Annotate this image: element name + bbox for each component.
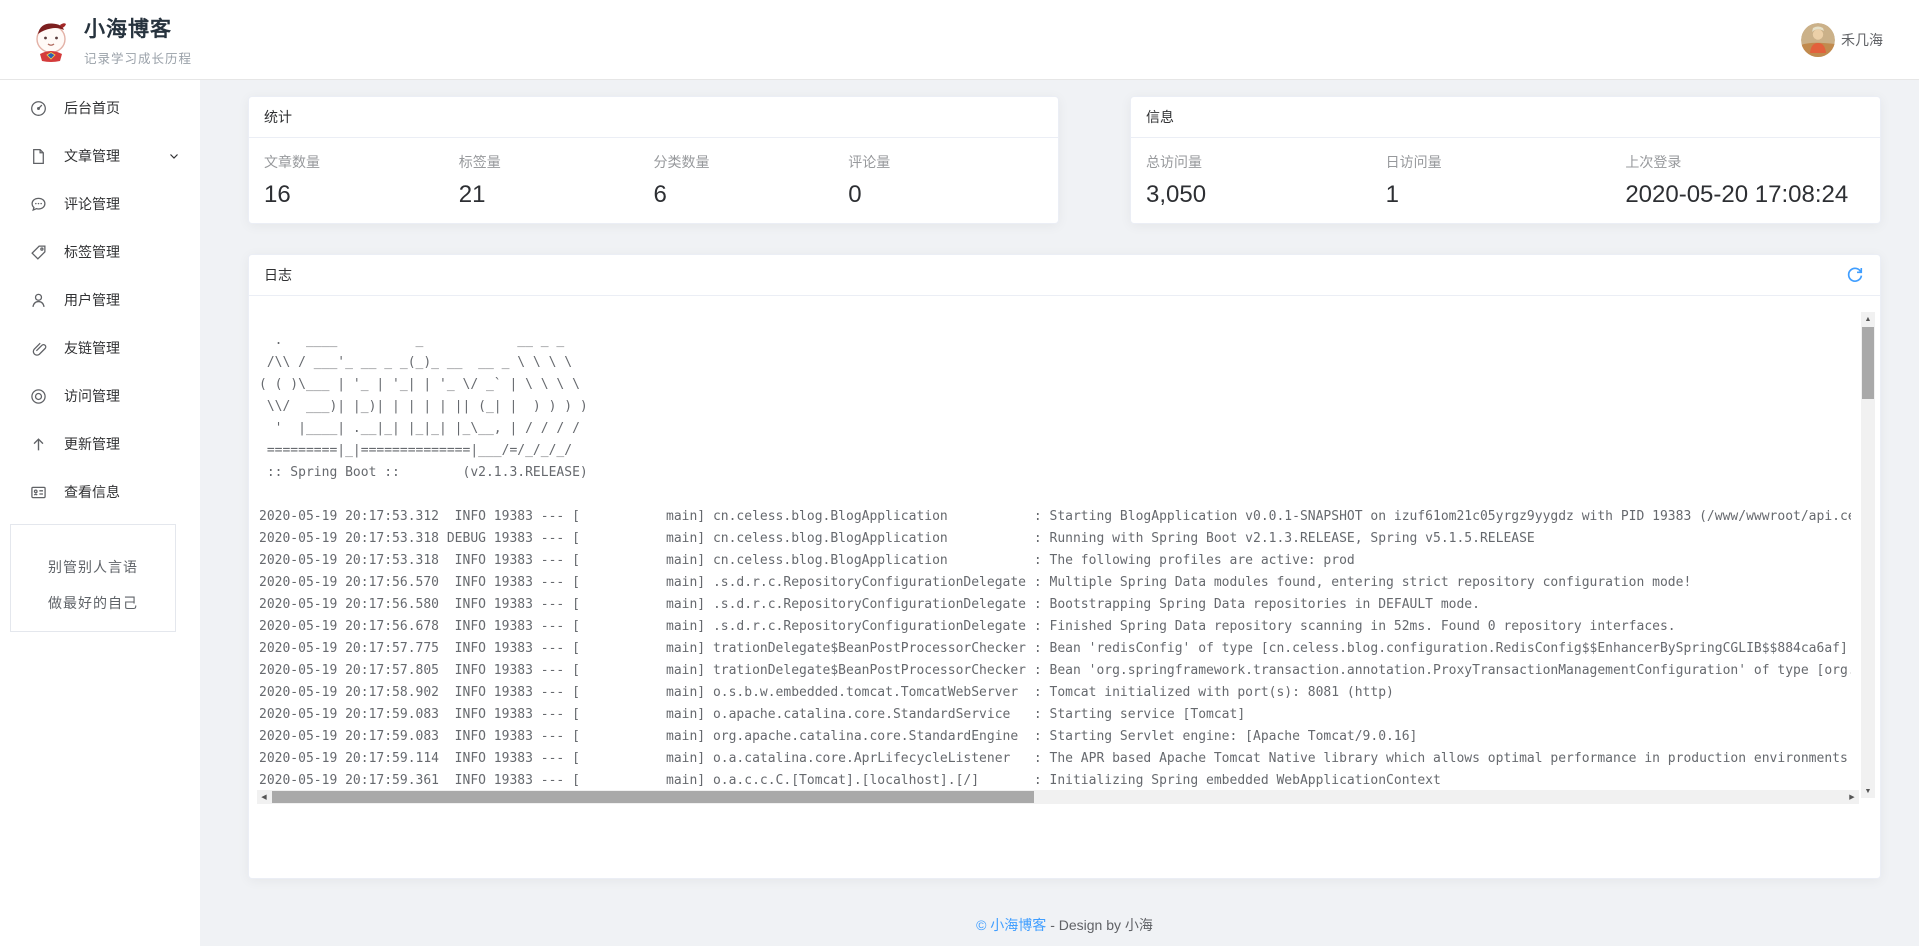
- main-content: 统计 文章数量 16 标签量 21 分类数量 6 评论量 0: [200, 80, 1919, 946]
- info-card: 信息 总访问量 3,050 日访问量 1 上次登录 2020-05-20 17:…: [1130, 96, 1881, 224]
- footer-credit-text: - Design by 小海: [1046, 917, 1153, 933]
- stats-card-body: 文章数量 16 标签量 21 分类数量 6 评论量 0: [249, 138, 1058, 209]
- sidebar-item-label: 访问管理: [64, 386, 180, 406]
- site-logo-icon: [30, 18, 72, 62]
- stat-value: 0: [848, 181, 1043, 209]
- log-card-header: 日志: [249, 255, 1880, 296]
- info-card-title: 信息: [1146, 107, 1174, 127]
- stats-card: 统计 文章数量 16 标签量 21 分类数量 6 评论量 0: [248, 96, 1059, 224]
- log-pre: . ____ _ __ _ _ /\\ / ___'_ __ _ _(_)_ _…: [259, 308, 1851, 792]
- sidebar-item-view-info[interactable]: 查看信息: [0, 468, 200, 516]
- sidebar-item-tags[interactable]: 标签管理: [0, 228, 200, 276]
- sidebar-item-updates[interactable]: 更新管理: [0, 420, 200, 468]
- motto-line-2: 做最好的自己: [11, 585, 175, 621]
- stat-value: 2020-05-20 17:08:24: [1625, 181, 1865, 209]
- stat-label: 日访问量: [1386, 152, 1626, 172]
- user-menu[interactable]: 禾几海: [1801, 23, 1883, 57]
- sidebar-item-dashboard[interactable]: 后台首页: [0, 84, 200, 132]
- comment-icon: [30, 196, 47, 213]
- user-avatar[interactable]: [1801, 23, 1835, 57]
- site-title: 小海博客: [84, 13, 192, 43]
- stat-label: 标签量: [459, 152, 654, 172]
- horizontal-scrollbar-thumb[interactable]: [272, 791, 1034, 803]
- id-card-icon: [30, 484, 47, 501]
- sidebar-item-label: 更新管理: [64, 434, 180, 454]
- site-subtitle: 记录学习成长历程: [84, 48, 192, 67]
- stat-label: 文章数量: [264, 152, 459, 172]
- page-footer: © 小海博客 - Design by 小海: [248, 915, 1881, 935]
- sidebar-item-label: 用户管理: [64, 290, 180, 310]
- log-card-title: 日志: [264, 265, 292, 285]
- stat-comment-count: 评论量 0: [848, 152, 1043, 209]
- stat-value: 3,050: [1146, 181, 1386, 209]
- stat-last-login: 上次登录 2020-05-20 17:08:24: [1625, 152, 1865, 209]
- stat-value: 21: [459, 181, 654, 209]
- chevron-down-icon[interactable]: [168, 150, 180, 162]
- stat-article-count: 文章数量 16: [264, 152, 459, 209]
- vertical-scrollbar-thumb[interactable]: [1862, 327, 1874, 399]
- summary-cards-row: 统计 文章数量 16 标签量 21 分类数量 6 评论量 0: [248, 96, 1881, 224]
- stat-value: 16: [264, 181, 459, 209]
- sidebar-item-label: 文章管理: [64, 146, 168, 166]
- motto-line-1: 别管别人言语: [11, 549, 175, 585]
- log-body: . ____ _ __ _ _ /\\ / ___'_ __ _ _(_)_ _…: [249, 296, 1880, 878]
- stat-value: 6: [654, 181, 849, 209]
- sidebar-item-label: 友链管理: [64, 338, 180, 358]
- link-icon: [30, 340, 47, 357]
- sidebar-item-label: 后台首页: [64, 98, 180, 118]
- stat-label: 评论量: [848, 152, 1043, 172]
- brand: 小海博客 记录学习成长历程: [30, 13, 192, 67]
- tag-icon: [30, 244, 47, 261]
- sidebar-item-label: 评论管理: [64, 194, 180, 214]
- scroll-right-button[interactable]: ▶: [1845, 790, 1859, 804]
- stat-total-visits: 总访问量 3,050: [1146, 152, 1386, 209]
- stats-card-title: 统计: [264, 107, 292, 127]
- sidebar-item-label: 标签管理: [64, 242, 180, 262]
- sidebar-item-articles[interactable]: 文章管理: [0, 132, 200, 180]
- scroll-left-button[interactable]: ◀: [257, 790, 271, 804]
- stat-label: 上次登录: [1625, 152, 1865, 172]
- sidebar-item-users[interactable]: 用户管理: [0, 276, 200, 324]
- user-icon: [30, 292, 47, 309]
- user-name[interactable]: 禾几海: [1841, 30, 1883, 50]
- log-card: 日志 . ____ _ __ _ _ /\\ / ___'_ __ _ _(_)…: [248, 254, 1881, 879]
- sidebar-item-friend-links[interactable]: 友链管理: [0, 324, 200, 372]
- sidebar-item-comments[interactable]: 评论管理: [0, 180, 200, 228]
- stat-category-count: 分类数量 6: [654, 152, 849, 209]
- topbar: 小海博客 记录学习成长历程 禾几海: [0, 0, 1919, 80]
- sidebar-menu: 后台首页 文章管理: [0, 80, 200, 516]
- info-card-body: 总访问量 3,050 日访问量 1 上次登录 2020-05-20 17:08:…: [1131, 138, 1880, 209]
- footer-site-link[interactable]: © 小海博客: [976, 917, 1046, 933]
- document-icon: [30, 148, 47, 165]
- stat-tag-count: 标签量 21: [459, 152, 654, 209]
- info-card-header: 信息: [1131, 97, 1880, 138]
- brand-text: 小海博客 记录学习成长历程: [84, 13, 192, 67]
- stat-value: 1: [1386, 181, 1626, 209]
- vertical-scrollbar[interactable]: ▲ ▼: [1861, 312, 1875, 798]
- stat-label: 总访问量: [1146, 152, 1386, 172]
- scroll-down-button[interactable]: ▼: [1861, 784, 1875, 798]
- stat-label: 分类数量: [654, 152, 849, 172]
- scroll-up-button[interactable]: ▲: [1861, 312, 1875, 326]
- refresh-icon[interactable]: [1846, 266, 1864, 284]
- sidebar: 后台首页 文章管理: [0, 80, 200, 946]
- sidebar-item-visits[interactable]: 访问管理: [0, 372, 200, 420]
- sidebar-item-label: 查看信息: [64, 482, 180, 502]
- motto-box: 别管别人言语 做最好的自己: [10, 524, 176, 632]
- dashboard-icon: [30, 100, 47, 117]
- aim-icon: [30, 388, 47, 405]
- stat-daily-visits: 日访问量 1: [1386, 152, 1626, 209]
- up-arrow-icon: [30, 436, 47, 453]
- horizontal-scrollbar[interactable]: ◀ ▶: [257, 790, 1859, 804]
- stats-card-header: 统计: [249, 97, 1058, 138]
